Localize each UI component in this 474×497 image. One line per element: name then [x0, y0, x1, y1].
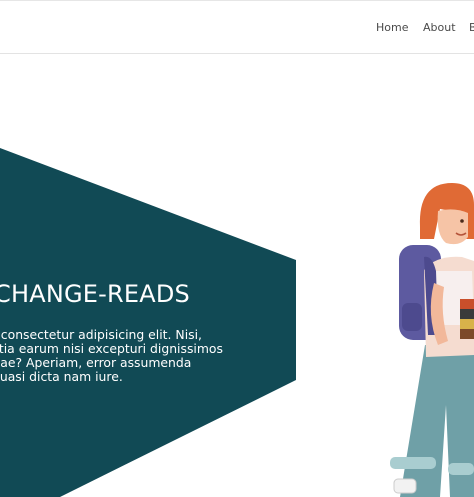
- hero-section: CHANGE-READS t consectetur adipisicing e…: [0, 55, 474, 497]
- hero-paragraph-line: litia earum nisi excepturi dignissimos: [0, 341, 223, 356]
- hero-paragraph-line: t consectetur adipisicing elit. Nisi,: [0, 327, 202, 342]
- hero-title: CHANGE-READS: [0, 280, 190, 308]
- girl-reading-books-illustration: [390, 183, 474, 497]
- hexagon-shape: [0, 148, 296, 497]
- nav-link-partial[interactable]: B: [469, 21, 474, 34]
- nav-link-about[interactable]: About: [423, 21, 456, 34]
- nav-link-home[interactable]: Home: [376, 21, 408, 34]
- hero-paragraph-line: tiae? Aperiam, error assumenda: [0, 355, 192, 370]
- top-navbar: Home About B: [0, 0, 474, 54]
- hero-paragraph: t consectetur adipisicing elit. Nisi, li…: [0, 328, 237, 384]
- hero-paragraph-line: quasi dicta nam iure.: [0, 369, 123, 384]
